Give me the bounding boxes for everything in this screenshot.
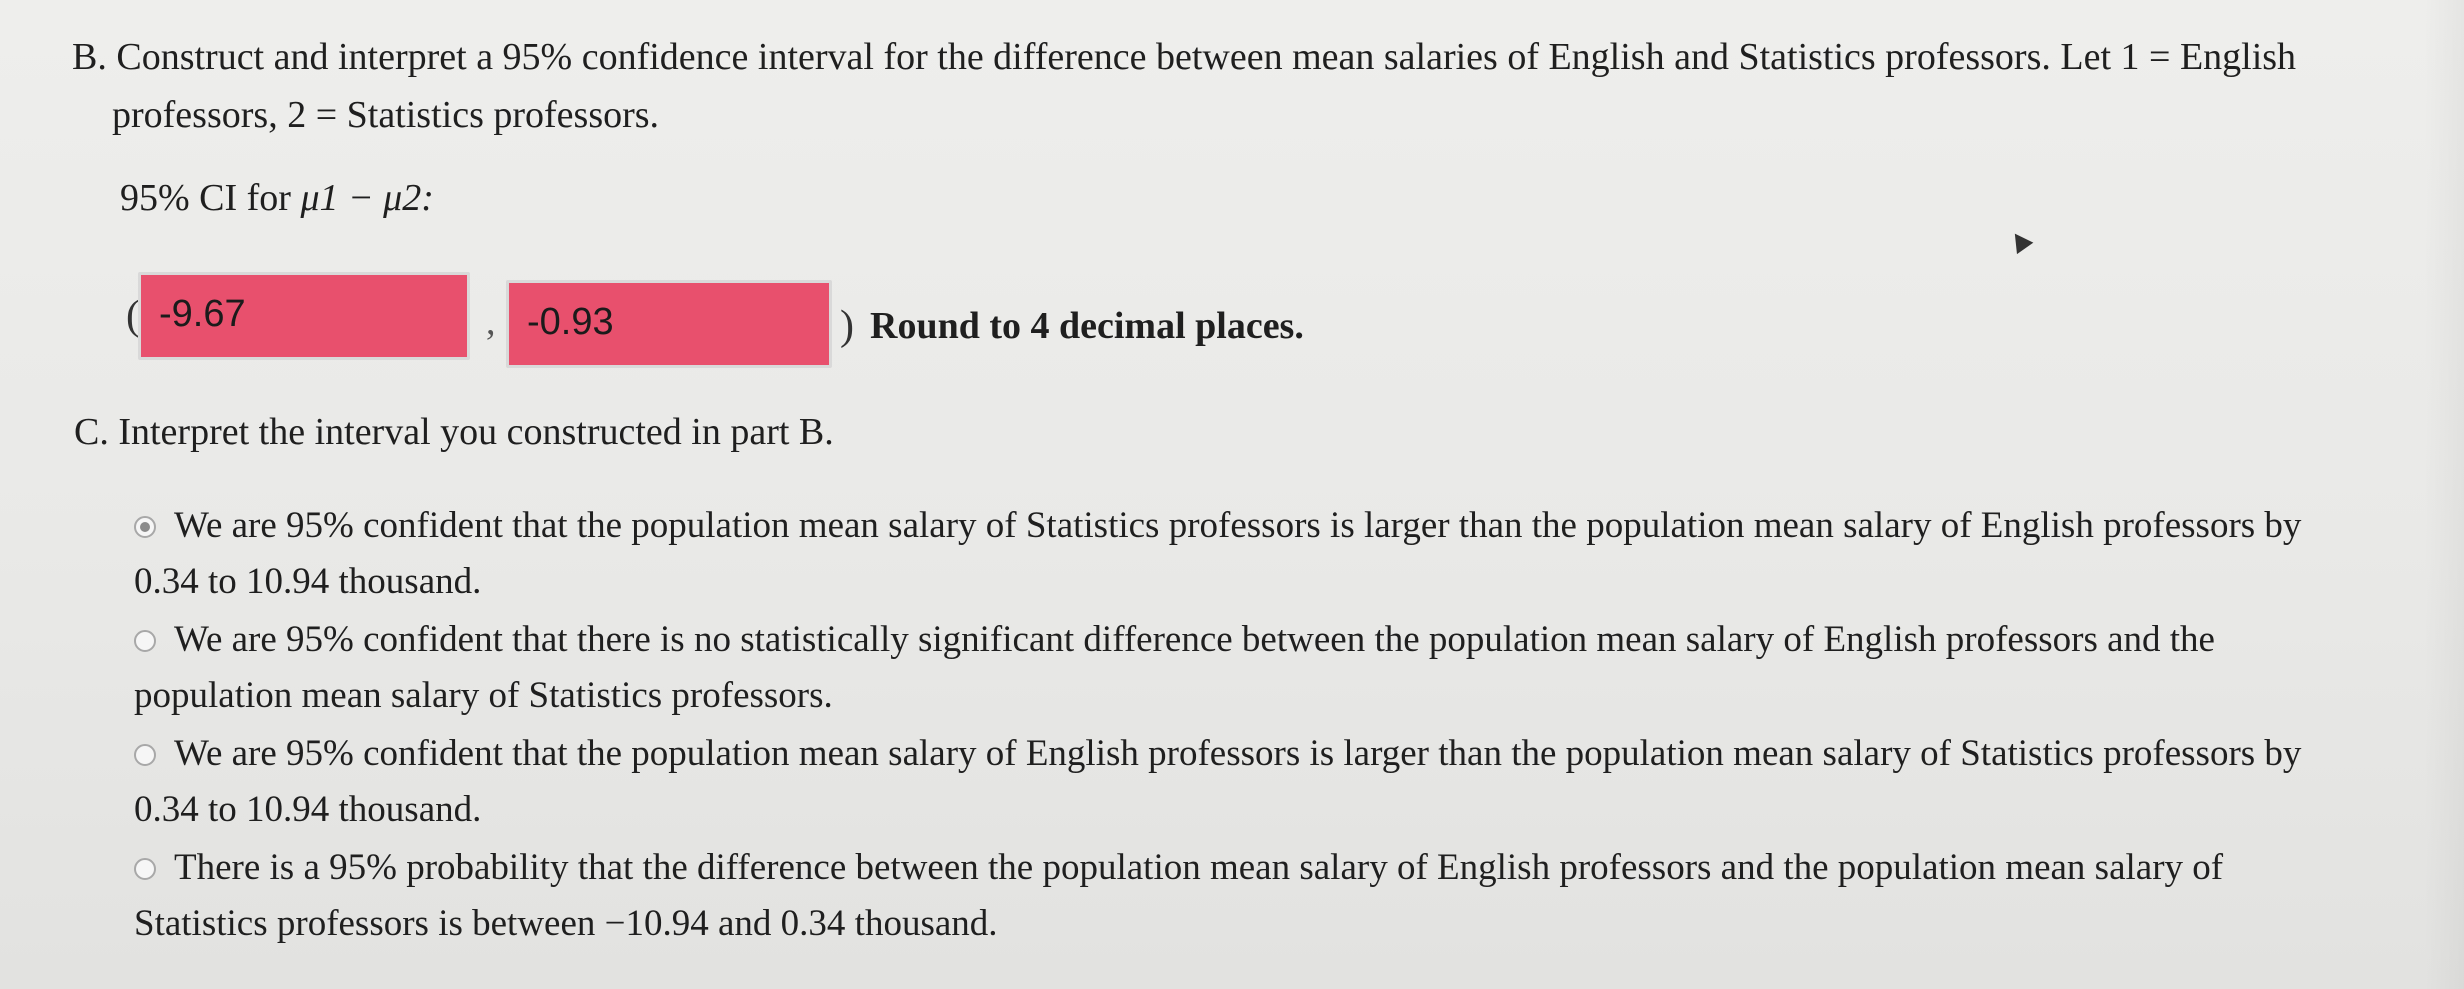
- question-page: B. Construct and interpret a 95% confide…: [0, 0, 2464, 989]
- ci-label-prefix: 95% CI for: [120, 177, 301, 219]
- option-1-text: We are 95% confident that the population…: [134, 505, 2302, 602]
- close-paren: ): [840, 303, 854, 349]
- option-2[interactable]: We are 95% confident that there is no st…: [134, 612, 2364, 724]
- option-1[interactable]: We are 95% confident that the population…: [134, 498, 2364, 610]
- option-3[interactable]: We are 95% confident that the population…: [134, 726, 2364, 838]
- radio-button[interactable]: [134, 858, 156, 880]
- option-2-text: We are 95% confident that there is no st…: [134, 619, 2215, 716]
- screen-edge-shading: [2424, 0, 2464, 989]
- part-b-prompt: B. Construct and interpret a 95% confide…: [72, 28, 2392, 144]
- part-c-heading: C. Interpret the interval you constructe…: [74, 411, 834, 453]
- option-3-text: We are 95% confident that the population…: [134, 733, 2302, 830]
- radio-button[interactable]: [134, 630, 156, 652]
- option-4[interactable]: There is a 95% probability that the diff…: [134, 840, 2364, 952]
- ci-upper-input[interactable]: -0.93: [506, 280, 832, 368]
- ci-label: 95% CI for μ1 − μ2:: [120, 176, 434, 220]
- round-note: Round to 4 decimal places.: [870, 305, 1304, 347]
- interpretation-options: We are 95% confident that the population…: [134, 498, 2364, 954]
- ci-comma: ,: [486, 301, 496, 343]
- part-b-line-2: professors, 2 = Statistics professors.: [112, 94, 660, 136]
- radio-button[interactable]: [134, 744, 156, 766]
- ci-label-math: μ1 − μ2:: [300, 177, 434, 219]
- ci-answer-row: ( -9.67 , -0.93 ) Round to 4 decimal pla…: [126, 266, 1426, 368]
- radio-button-selected[interactable]: [134, 516, 156, 538]
- part-b-line-1: B. Construct and interpret a 95% confide…: [72, 36, 2297, 78]
- option-4-text: There is a 95% probability that the diff…: [134, 847, 2224, 944]
- ci-lower-input[interactable]: -9.67: [138, 272, 470, 360]
- mouse-cursor-icon: [2006, 227, 2034, 255]
